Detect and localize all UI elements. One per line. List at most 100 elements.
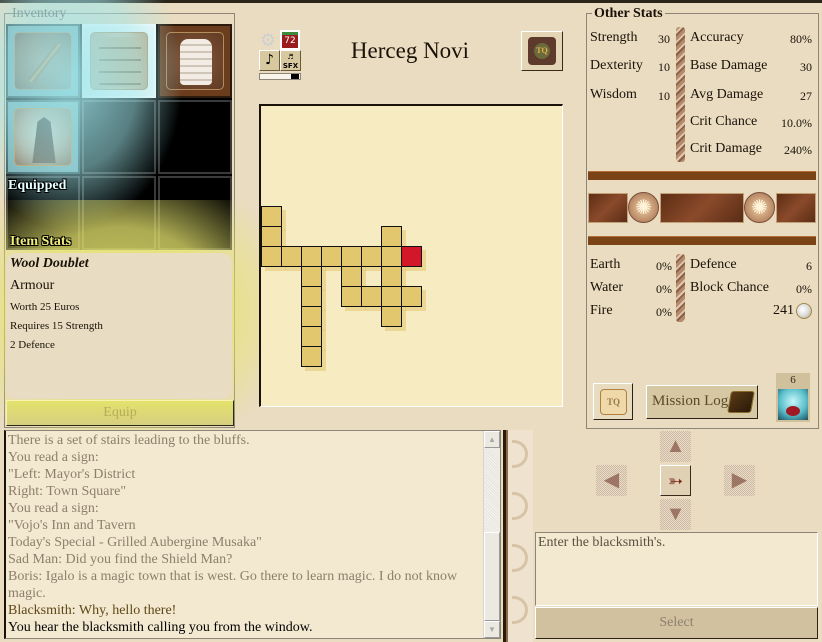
calendar-icon: 72 — [280, 30, 300, 50]
scrollbar-thumb[interactable] — [484, 532, 500, 621]
inventory-slot-empty[interactable] — [158, 176, 232, 250]
stat-fire-value: 0% — [656, 305, 672, 319]
map-room — [381, 306, 402, 327]
item-stats-box: Wool Doublet Armour Worth 25 Euros Requi… — [6, 253, 232, 399]
move-south-button[interactable]: ▼ — [660, 499, 691, 530]
stat-block-chance-label: Block Chance — [690, 280, 769, 295]
potion-button[interactable]: 6 — [776, 373, 810, 422]
ornament-bar-top — [588, 171, 816, 180]
inventory-slot-vest[interactable] — [158, 24, 232, 98]
inventory-slot-wool-doublet[interactable] — [82, 24, 156, 98]
inventory-grid — [6, 24, 232, 250]
inventory-slot-empty[interactable] — [158, 100, 232, 174]
map-room — [341, 286, 362, 307]
rope-divider — [676, 254, 685, 322]
inventory-slot-cloak[interactable] — [6, 100, 80, 174]
stat-crit-damage-value: 240% — [784, 143, 812, 157]
map-room — [381, 246, 402, 267]
item-defence: 2 Defence — [10, 339, 55, 351]
stat-block-chance-value: 0% — [796, 282, 812, 296]
inventory-slot-empty[interactable] — [82, 176, 156, 250]
action-list[interactable]: Enter the blacksmith's. — [535, 532, 818, 606]
arrow-up-icon: ▲ — [665, 435, 686, 457]
stat-water-label: Water — [590, 280, 624, 295]
map-room — [301, 266, 322, 287]
stat-base-damage-label: Base Damage — [690, 58, 768, 73]
arrow-down-icon: ▼ — [665, 503, 686, 525]
map-room — [381, 266, 402, 287]
mission-log-button[interactable]: Mission Log — [646, 385, 758, 419]
other-stats-legend: Other Stats — [592, 6, 665, 22]
stat-base-damage-value: 30 — [800, 60, 812, 74]
ornament-marble — [660, 193, 744, 223]
book-icon — [727, 391, 755, 413]
inventory-slot-staff[interactable] — [6, 24, 80, 98]
location-title: Herceg Novi — [350, 38, 470, 63]
log-line: You read a sign: — [8, 501, 99, 516]
music-note-icon: ♪ — [265, 52, 274, 68]
log-line: Today's Special - Grilled Aubergine Musa… — [8, 535, 262, 550]
equip-button[interactable]: Equip — [6, 400, 234, 426]
log-line: Sad Man: Did you find the Shield Man? — [8, 552, 233, 567]
scroll-up-icon[interactable]: ▲ — [484, 431, 500, 448]
stat-water-value: 0% — [656, 282, 672, 296]
stat-defence-label: Defence — [690, 257, 737, 272]
log-line: Right: Town Square" — [8, 484, 127, 499]
arrow-right-icon: ▶ — [731, 469, 748, 491]
stat-wisdom-label: Wisdom — [590, 87, 637, 102]
volume-slider[interactable] — [259, 73, 301, 80]
ornament-medallion-icon — [744, 192, 775, 223]
stat-crit-damage-label: Crit Damage — [690, 141, 762, 156]
coin-count: 241 — [773, 303, 794, 318]
potion-jar-icon — [778, 389, 808, 420]
log-line: Boris: Igalo is a magic town that is wes… — [8, 569, 458, 601]
log-line: "Left: Mayor's District — [8, 467, 136, 482]
quest-button[interactable]: TQ — [521, 31, 563, 71]
ornament-medallion-icon — [628, 192, 659, 223]
message-log[interactable]: There is a set of stairs leading to the … — [4, 430, 501, 639]
inventory-slot-empty[interactable] — [82, 100, 156, 174]
action-item[interactable]: Enter the blacksmith's. — [538, 535, 815, 551]
map-room — [301, 306, 322, 327]
minimap — [259, 104, 563, 407]
equipped-label: Equipped — [8, 178, 67, 193]
stat-earth-label: Earth — [590, 257, 621, 272]
item-worth: Worth 25 Euros — [10, 301, 80, 313]
move-east-button[interactable]: ▶ — [724, 465, 755, 496]
ornament-marble — [776, 193, 816, 223]
map-room — [261, 246, 282, 267]
scroll-icon: TQ — [600, 389, 627, 415]
inventory-legend: Inventory — [12, 6, 67, 21]
map-room — [401, 286, 422, 307]
move-west-button[interactable]: ◀ — [596, 465, 627, 496]
volume-slider-thumb[interactable] — [290, 74, 299, 79]
gear-icon[interactable]: ⚙ — [260, 31, 278, 49]
log-scrollbar[interactable]: ▲ ▼ — [483, 431, 500, 638]
rope-divider — [676, 27, 685, 162]
select-button[interactable]: Select — [535, 607, 818, 639]
map-room — [281, 246, 302, 267]
travel-quest-button[interactable]: TQ — [593, 383, 633, 420]
stat-strength-value: 30 — [658, 32, 670, 46]
stat-dexterity-label: Dexterity — [590, 58, 643, 73]
act-button[interactable]: ➳ — [660, 465, 691, 496]
map-room — [301, 246, 322, 267]
map-room — [361, 286, 382, 307]
mission-log-label: Mission Log — [652, 393, 729, 409]
quest-icon: TQ — [528, 37, 556, 65]
stat-defence-value: 6 — [806, 259, 812, 273]
vest-icon — [166, 32, 224, 90]
arrow-left-icon: ◀ — [603, 469, 620, 491]
log-line: You read a sign: — [8, 450, 99, 465]
log-line: "Vojo's Inn and Tavern — [8, 518, 136, 533]
item-type: Armour — [10, 278, 55, 293]
log-line: There is a set of stairs leading to the … — [8, 433, 250, 448]
sfx-toggle-button[interactable]: ♬ SFX — [280, 50, 301, 71]
map-room — [361, 246, 382, 267]
item-requirement: Requires 15 Strength — [10, 320, 103, 332]
stat-accuracy-value: 80% — [790, 32, 812, 46]
scroll-down-icon[interactable]: ▼ — [484, 621, 500, 638]
stat-avg-damage-label: Avg Damage — [690, 87, 764, 102]
music-toggle-button[interactable]: ♪ — [259, 50, 280, 71]
move-north-button[interactable]: ▲ — [660, 431, 691, 462]
